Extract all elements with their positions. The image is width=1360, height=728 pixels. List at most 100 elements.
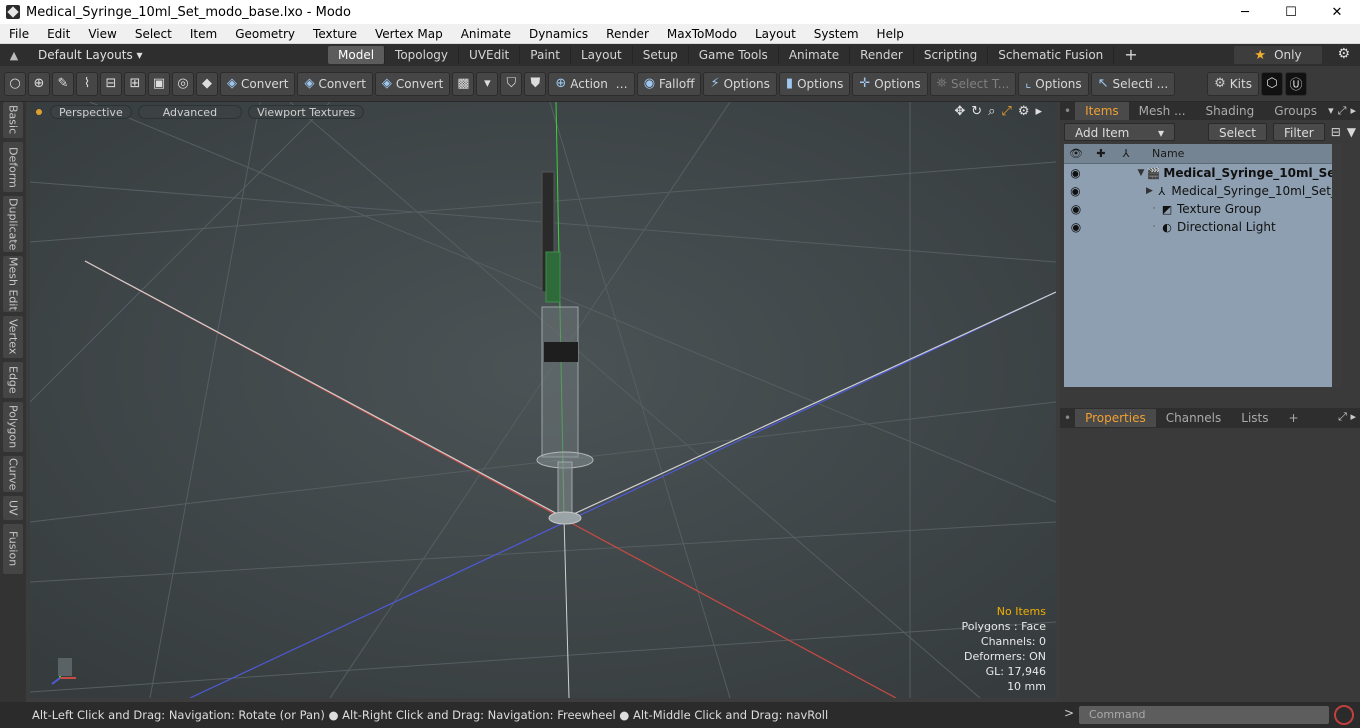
expand-panel-icon[interactable]: ⤢ ▸ [1338, 410, 1356, 424]
menu-edit[interactable]: Edit [38, 27, 79, 41]
tab-basic[interactable]: Basic [3, 102, 23, 138]
add-tab-button[interactable]: + [1114, 46, 1147, 64]
dropdown-arrow-icon[interactable]: ▾ [476, 71, 499, 96]
tab-items[interactable]: Items [1075, 102, 1129, 120]
select-button[interactable]: Select [1207, 123, 1267, 141]
menu-geometry[interactable]: Geometry [226, 27, 304, 41]
box-icon[interactable]: ▩ [452, 71, 475, 96]
expand-panel-icon[interactable]: ⤢ [1338, 104, 1347, 118]
menu-layout[interactable]: Layout [746, 27, 805, 41]
cube-icon[interactable]: ◆ [196, 71, 218, 96]
globe-icon[interactable]: ⊕ [28, 71, 50, 96]
vertex-select-icon[interactable]: ○ [4, 71, 26, 96]
viewport-scene[interactable] [30, 102, 1056, 698]
menu-view[interactable]: View [79, 27, 125, 41]
options-button-1[interactable]: ⚡ Options [703, 71, 777, 96]
tab-render[interactable]: Render [850, 46, 914, 64]
add-properties-tab-button[interactable]: + [1279, 409, 1309, 427]
advanced-dropdown[interactable]: Advanced [137, 105, 243, 119]
tab-properties[interactable]: Properties [1075, 409, 1156, 427]
polygon-select-icon[interactable]: ⊞ [124, 71, 146, 96]
pen-icon[interactable]: ✎ [52, 71, 74, 96]
filter-button[interactable]: Filter [1272, 123, 1325, 141]
menu-help[interactable]: Help [868, 27, 913, 41]
convert-button-3[interactable]: ◈ Convert [374, 71, 451, 96]
tab-animate[interactable]: Animate [779, 46, 851, 64]
expand-arrow-icon[interactable]: ▼ [1135, 168, 1147, 178]
eye-icon[interactable]: ◉ [1064, 184, 1087, 198]
material-select-icon[interactable]: ◎ [172, 71, 194, 96]
tab-lists[interactable]: Lists [1231, 409, 1278, 427]
menu-dynamics[interactable]: Dynamics [520, 27, 597, 41]
item-list-scrollbar[interactable] [1332, 144, 1342, 387]
tab-duplicate[interactable]: Duplicate [3, 196, 23, 252]
maximize-button[interactable]: ☐ [1268, 0, 1314, 24]
expand-arrow-icon[interactable]: ▶ [1144, 186, 1155, 196]
tab-uvedit[interactable]: UVEdit [459, 46, 521, 64]
list-item[interactable]: ◉ · ◩ Texture Group [1064, 200, 1342, 218]
minimize-button[interactable]: ─ [1222, 0, 1268, 24]
only-toggle[interactable]: ★ Only [1234, 46, 1322, 64]
tab-edge[interactable]: Edge [3, 362, 23, 398]
tab-vertex[interactable]: Vertex [3, 316, 23, 358]
filter-funnel-icon[interactable]: ▼ [1347, 125, 1356, 139]
command-arrow-icon[interactable]: > [1064, 706, 1074, 720]
viewport-settings-icon[interactable]: ⚙ [1018, 104, 1030, 119]
menu-system[interactable]: System [805, 27, 868, 41]
menu-select[interactable]: Select [126, 27, 181, 41]
tab-deform[interactable]: Deform [3, 142, 23, 192]
tab-mesh[interactable]: Mesh ... [1129, 102, 1196, 120]
tab-polygon[interactable]: Polygon [3, 402, 23, 452]
menu-render[interactable]: Render [597, 27, 658, 41]
tab-uv[interactable]: UV [3, 496, 23, 520]
add-item-button[interactable]: Add Item ▾ [1064, 123, 1176, 141]
brush-icon[interactable]: ⌇ [76, 71, 98, 96]
convert-button-1[interactable]: ◈ Convert [220, 71, 296, 96]
perspective-dropdown[interactable]: Perspective [50, 105, 132, 119]
menu-item[interactable]: Item [181, 27, 226, 41]
menu-vertex-map[interactable]: Vertex Map [366, 27, 452, 41]
tab-topology[interactable]: Topology [385, 46, 460, 64]
tab-setup[interactable]: Setup [633, 46, 689, 64]
close-button[interactable]: ✕ [1314, 0, 1360, 24]
tab-paint[interactable]: Paint [520, 46, 571, 64]
kits-button[interactable]: ⚙ Kits [1207, 71, 1259, 96]
tab-model[interactable]: Model [328, 46, 386, 64]
action-center-button[interactable]: ⊕ Action … [548, 71, 635, 96]
pan-icon[interactable]: ✥ [954, 104, 965, 119]
falloff-button[interactable]: ◉ Falloff [636, 71, 702, 96]
menu-texture[interactable]: Texture [304, 27, 366, 41]
unreal-icon[interactable]: Ⓤ [1284, 71, 1307, 96]
3d-viewport[interactable]: Perspective Advanced Viewport Textures ✥… [30, 102, 1056, 698]
menu-file[interactable]: File [0, 27, 38, 41]
options-button-3[interactable]: ✛ Options [852, 71, 928, 96]
tab-fusion[interactable]: Fusion [3, 524, 23, 574]
tab-channels[interactable]: Channels [1156, 409, 1232, 427]
tab-game-tools[interactable]: Game Tools [689, 46, 779, 64]
rotate-icon[interactable]: ↻ [971, 104, 982, 119]
eye-icon[interactable]: ◉ [1064, 202, 1088, 216]
options-button-2[interactable]: ▮ Options [778, 71, 851, 96]
list-item[interactable]: ◉ ▼ 🎬 Medical_Syringe_10ml_Se... [1064, 164, 1342, 182]
select-through-button[interactable]: ⛯ Select T... [929, 71, 1017, 96]
eye-icon[interactable]: ◉ [1064, 166, 1087, 180]
record-macro-icon[interactable] [1334, 705, 1354, 725]
tab-mesh-edit[interactable]: Mesh Edit [3, 256, 23, 312]
collapse-icon[interactable]: ⊟ [1331, 125, 1341, 139]
command-input[interactable]: Command [1079, 706, 1329, 724]
viewport-textures-dropdown[interactable]: Viewport Textures [248, 105, 365, 119]
tab-groups[interactable]: Groups [1264, 102, 1327, 120]
list-item[interactable]: ◉ ▶ ⅄ Medical_Syringe_10ml_Set_ ... [1064, 182, 1342, 200]
gear-icon[interactable]: ⚙ [1337, 46, 1350, 62]
tab-layout[interactable]: Layout [571, 46, 633, 64]
layout-collapse-icon[interactable]: ▲ [0, 49, 28, 62]
edge-select-icon[interactable]: ⊟ [100, 71, 122, 96]
tab-scripting[interactable]: Scripting [914, 46, 989, 64]
eye-icon[interactable]: ◉ [1064, 220, 1088, 234]
symmetry-icon[interactable]: ⛉ [500, 71, 523, 96]
menu-maxtomodo[interactable]: MaxToModo [658, 27, 746, 41]
list-item[interactable]: ◉ · ◐ Directional Light [1064, 218, 1342, 236]
tab-curve[interactable]: Curve [3, 456, 23, 492]
viewport-menu-arrow-icon[interactable]: ▸ [1035, 104, 1042, 119]
panel-menu-icon[interactable]: ▸ [1350, 104, 1356, 118]
